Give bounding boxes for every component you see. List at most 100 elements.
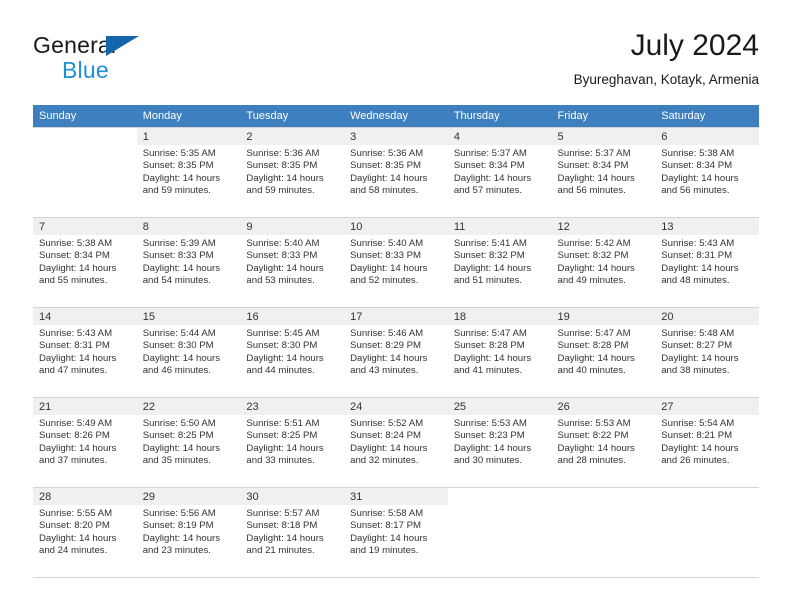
day-number: 28	[33, 488, 137, 505]
calendar-day-cell[interactable]: 7 Sunrise: 5:38 AM Sunset: 8:34 PM Daylight…	[33, 217, 137, 308]
calendar-day-cell[interactable]: 21 Sunrise: 5:49 AM Sunset: 8:26 PM Dayligh…	[33, 397, 137, 488]
day-details: Sunrise: 5:42 AM Sunset: 8:32 PM Daylight:…	[552, 235, 656, 288]
sunset-text: Sunset: 8:34 PM	[453, 160, 525, 172]
calendar-day-cell[interactable]: 16 Sunrise: 5:45 AM Sunset: 8:30 PM Dayligh…	[240, 307, 345, 398]
calendar-day-cell[interactable]: 1 Sunrise: 5:35 AM Sunset: 8:35 PM Daylight…	[136, 127, 241, 218]
day-details: Sunrise: 5:43 AM Sunset: 8:31 PM Daylight:…	[655, 235, 759, 288]
sunset-text: Sunset: 8:30 PM	[246, 340, 318, 352]
sunrise-text: Sunrise: 5:53 AM	[453, 418, 527, 429]
sunrise-text: Sunrise: 5:49 AM	[39, 418, 113, 429]
day-number: 17	[344, 308, 448, 325]
sunset-text: Sunset: 8:33 PM	[350, 250, 422, 262]
daylight-text: Daylight: 14 hours and 53 minutes.	[246, 262, 324, 287]
day-cell-inner: 23 Sunrise: 5:51 AM Sunset: 8:25 PM Dayligh…	[240, 398, 345, 487]
sunrise-text: Sunrise: 5:40 AM	[350, 238, 424, 249]
daylight-text: Daylight: 14 hours and 59 minutes.	[142, 172, 221, 197]
logo-text-general: General	[33, 32, 117, 58]
calendar-day-cell[interactable]: 4 Sunrise: 5:37 AM Sunset: 8:34 PM Daylight…	[447, 127, 552, 218]
daylight-text: Daylight: 14 hours and 43 minutes.	[350, 352, 428, 377]
calendar-day-cell[interactable]: 31 Sunrise: 5:58 AM Sunset: 8:17 PM Dayligh…	[344, 487, 448, 578]
calendar-day-cell[interactable]: 30 Sunrise: 5:57 AM Sunset: 8:18 PM Dayligh…	[240, 487, 345, 578]
day-details: Sunrise: 5:41 AM Sunset: 8:32 PM Daylight:…	[448, 235, 552, 288]
calendar-day-cell[interactable]: 3 Sunrise: 5:36 AM Sunset: 8:35 PM Daylight…	[344, 127, 448, 218]
day-cell-inner: 8 Sunrise: 5:39 AM Sunset: 8:33 PM Daylight…	[136, 218, 241, 307]
day-cell-inner: 9 Sunrise: 5:40 AM Sunset: 8:33 PM Daylight…	[240, 218, 345, 307]
day-cell-inner: 5 Sunrise: 5:37 AM Sunset: 8:34 PM Daylight…	[551, 128, 656, 217]
day-number: 30	[240, 488, 345, 505]
day-details: Sunrise: 5:49 AM Sunset: 8:26 PM Daylight:…	[33, 415, 137, 468]
calendar-day-cell[interactable]: 12 Sunrise: 5:42 AM Sunset: 8:32 PM Dayligh…	[551, 217, 656, 308]
calendar-day-cell[interactable]: 27 Sunrise: 5:54 AM Sunset: 8:21 PM Dayligh…	[655, 397, 759, 488]
day-details: Sunrise: 5:37 AM Sunset: 8:34 PM Daylight:…	[552, 145, 656, 198]
calendar-day-cell[interactable]: 13 Sunrise: 5:43 AM Sunset: 8:31 PM Dayligh…	[655, 217, 759, 308]
sunrise-text: Sunrise: 5:47 AM	[453, 328, 527, 339]
weekday-header-saturday: Saturday	[655, 105, 759, 128]
calendar-day-cell[interactable]: 14 Sunrise: 5:43 AM Sunset: 8:31 PM Dayligh…	[33, 307, 137, 398]
logo-triangle-icon	[106, 36, 139, 56]
calendar-week-row: 28 Sunrise: 5:55 AM Sunset: 8:20 PM Dayligh…	[33, 487, 759, 578]
calendar-day-cell[interactable]: 25 Sunrise: 5:53 AM Sunset: 8:23 PM Dayligh…	[447, 397, 552, 488]
sunrise-text: Sunrise: 5:51 AM	[246, 418, 320, 429]
day-cell-inner	[447, 488, 552, 577]
daylight-text: Daylight: 14 hours and 56 minutes.	[557, 172, 635, 197]
calendar-day-cell[interactable]: 17 Sunrise: 5:46 AM Sunset: 8:29 PM Dayligh…	[344, 307, 448, 398]
day-cell-inner: 3 Sunrise: 5:36 AM Sunset: 8:35 PM Daylight…	[344, 128, 448, 217]
calendar-day-cell[interactable]: 2 Sunrise: 5:36 AM Sunset: 8:35 PM Daylight…	[240, 127, 345, 218]
daylight-text: Daylight: 14 hours and 28 minutes.	[557, 442, 635, 467]
calendar-day-cell[interactable]: 22 Sunrise: 5:50 AM Sunset: 8:25 PM Dayligh…	[136, 397, 241, 488]
daylight-text: Daylight: 14 hours and 49 minutes.	[557, 262, 635, 287]
day-details: Sunrise: 5:54 AM Sunset: 8:21 PM Daylight:…	[655, 415, 759, 468]
sunrise-text: Sunrise: 5:48 AM	[661, 328, 735, 339]
day-cell-inner: 18 Sunrise: 5:47 AM Sunset: 8:28 PM Dayligh…	[447, 308, 552, 397]
sunset-text: Sunset: 8:34 PM	[557, 160, 629, 172]
day-details: Sunrise: 5:55 AM Sunset: 8:20 PM Daylight:…	[33, 505, 137, 558]
day-number: 29	[136, 488, 241, 505]
daylight-text: Daylight: 14 hours and 52 minutes.	[350, 262, 428, 287]
calendar-day-cell[interactable]: 6 Sunrise: 5:38 AM Sunset: 8:34 PM Daylight…	[655, 127, 759, 218]
day-cell-inner: 22 Sunrise: 5:50 AM Sunset: 8:25 PM Dayligh…	[136, 398, 241, 487]
calendar-body: 1 Sunrise: 5:35 AM Sunset: 8:35 PM Daylight…	[33, 127, 759, 578]
calendar-day-cell[interactable]: 15 Sunrise: 5:44 AM Sunset: 8:30 PM Dayligh…	[136, 307, 241, 398]
day-details: Sunrise: 5:47 AM Sunset: 8:28 PM Daylight:…	[448, 325, 552, 378]
calendar-day-cell[interactable]: 9 Sunrise: 5:40 AM Sunset: 8:33 PM Daylight…	[240, 217, 345, 308]
calendar-empty-cell	[551, 487, 656, 578]
calendar-day-cell[interactable]: 28 Sunrise: 5:55 AM Sunset: 8:20 PM Dayligh…	[33, 487, 137, 578]
sunrise-text: Sunrise: 5:35 AM	[142, 148, 216, 159]
day-cell-inner	[551, 488, 656, 577]
daylight-text: Daylight: 14 hours and 56 minutes.	[661, 172, 739, 197]
sunrise-text: Sunrise: 5:46 AM	[350, 328, 424, 339]
sunset-text: Sunset: 8:31 PM	[39, 340, 110, 352]
day-details: Sunrise: 5:43 AM Sunset: 8:31 PM Daylight:…	[33, 325, 137, 378]
calendar-day-cell[interactable]: 20 Sunrise: 5:48 AM Sunset: 8:27 PM Dayligh…	[655, 307, 759, 398]
day-number: 6	[655, 128, 759, 145]
sunset-text: Sunset: 8:19 PM	[142, 520, 214, 532]
calendar-grid: Sunday Monday Tuesday Wednesday Thursday Frid…	[33, 105, 759, 578]
day-cell-inner: 2 Sunrise: 5:36 AM Sunset: 8:35 PM Daylight…	[240, 128, 345, 217]
day-number: 23	[240, 398, 345, 415]
title-block: July 2024 Byureghavan, Kotayk, Armenia	[574, 28, 759, 90]
sunset-text: Sunset: 8:27 PM	[661, 340, 733, 352]
weekday-header-wednesday: Wednesday	[344, 105, 448, 128]
calendar-day-cell[interactable]: 29 Sunrise: 5:56 AM Sunset: 8:19 PM Dayligh…	[136, 487, 241, 578]
calendar-day-cell[interactable]: 23 Sunrise: 5:51 AM Sunset: 8:25 PM Dayligh…	[240, 397, 345, 488]
sunset-text: Sunset: 8:24 PM	[350, 430, 422, 442]
day-cell-inner: 14 Sunrise: 5:43 AM Sunset: 8:31 PM Dayligh…	[33, 308, 137, 397]
day-cell-inner	[33, 128, 137, 217]
day-cell-inner: 7 Sunrise: 5:38 AM Sunset: 8:34 PM Daylight…	[33, 218, 137, 307]
calendar-day-cell[interactable]: 10 Sunrise: 5:40 AM Sunset: 8:33 PM Dayligh…	[344, 217, 448, 308]
day-details: Sunrise: 5:38 AM Sunset: 8:34 PM Daylight:…	[655, 145, 759, 198]
day-details: Sunrise: 5:53 AM Sunset: 8:23 PM Daylight:…	[448, 415, 552, 468]
sunset-text: Sunset: 8:25 PM	[246, 430, 318, 442]
day-cell-inner: 17 Sunrise: 5:46 AM Sunset: 8:29 PM Dayligh…	[344, 308, 448, 397]
daylight-text: Daylight: 14 hours and 32 minutes.	[350, 442, 428, 467]
calendar-day-cell[interactable]: 5 Sunrise: 5:37 AM Sunset: 8:34 PM Daylight…	[551, 127, 656, 218]
day-number: 21	[33, 398, 137, 415]
calendar-day-cell[interactable]: 26 Sunrise: 5:53 AM Sunset: 8:22 PM Dayligh…	[551, 397, 656, 488]
calendar-day-cell[interactable]: 19 Sunrise: 5:47 AM Sunset: 8:28 PM Dayligh…	[551, 307, 656, 398]
calendar-day-cell[interactable]: 24 Sunrise: 5:52 AM Sunset: 8:24 PM Dayligh…	[344, 397, 448, 488]
calendar-day-cell[interactable]: 11 Sunrise: 5:41 AM Sunset: 8:32 PM Dayligh…	[447, 217, 552, 308]
calendar-day-cell[interactable]: 18 Sunrise: 5:47 AM Sunset: 8:28 PM Dayligh…	[447, 307, 552, 398]
calendar-day-cell[interactable]: 8 Sunrise: 5:39 AM Sunset: 8:33 PM Daylight…	[136, 217, 241, 308]
day-cell-inner: 10 Sunrise: 5:40 AM Sunset: 8:33 PM Dayligh…	[344, 218, 448, 307]
day-number: 18	[447, 308, 552, 325]
